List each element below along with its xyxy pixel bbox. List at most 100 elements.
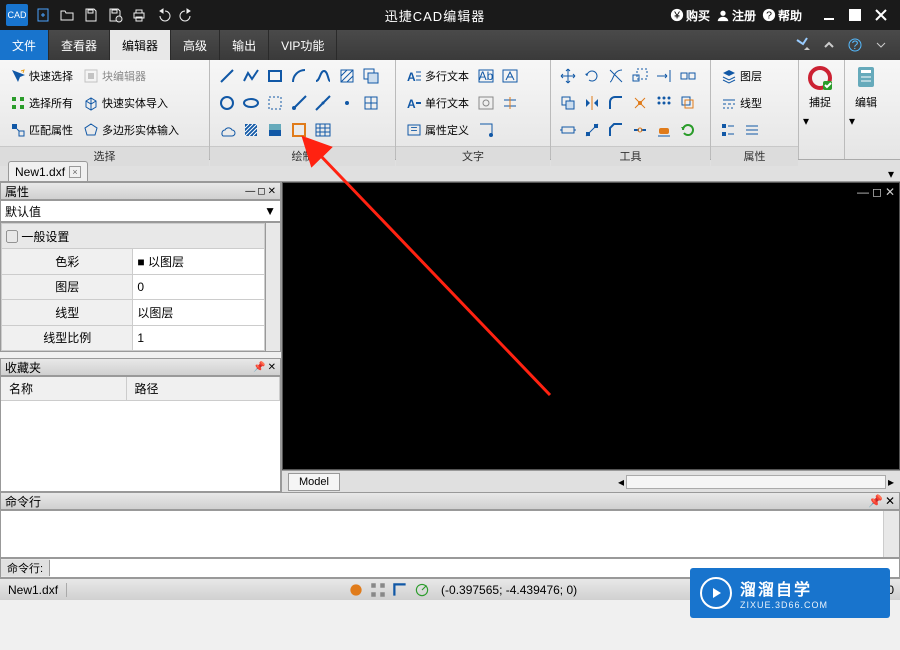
open-file-icon[interactable] [56,4,78,26]
maximize-icon[interactable] [842,2,868,28]
cloud-icon[interactable] [216,119,238,141]
select-rect-icon[interactable] [264,92,286,114]
scrollbar[interactable] [883,511,899,557]
properties-filter-select[interactable]: 默认值▼ [0,200,281,222]
fav-col-name[interactable]: 名称 [1,377,127,400]
menu-editor[interactable]: 编辑器 [110,30,171,60]
quick-solid-import-button[interactable]: 快速实体导入 [79,92,172,114]
redo-icon[interactable] [176,4,198,26]
arc-icon[interactable] [288,65,310,87]
point-icon[interactable] [336,92,358,114]
hatch-rect-icon[interactable] [336,65,358,87]
panel-close-icon[interactable]: ✕ [268,186,276,197]
canvas-close-icon[interactable]: ✕ [885,185,895,199]
close-icon[interactable] [868,2,894,28]
offset-icon[interactable] [677,92,699,114]
rotate-icon[interactable] [581,65,603,87]
hatch-icon[interactable] [240,119,262,141]
polygon-solid-input-button[interactable]: 多边形实体输入 [79,119,183,141]
status-polar-icon[interactable] [413,581,431,599]
ribbon-more-icon[interactable] [870,34,892,56]
match-properties-button[interactable]: 匹配属性 [6,119,77,141]
pin-tabstrip-icon[interactable]: ▾ [888,167,894,181]
panel-close-icon[interactable]: ✕ [268,362,276,373]
panel-restore-icon[interactable]: ◻ [257,186,265,197]
singleline-text-button[interactable]: A单行文本 [402,92,473,114]
array-icon[interactable] [653,92,675,114]
help-icon[interactable]: ? [844,34,866,56]
text-icon-2[interactable] [499,65,521,87]
minimize-icon[interactable] [816,2,842,28]
document-tab[interactable]: New1.dxf × [8,161,88,181]
canvas-minimize-icon[interactable]: — [857,185,869,199]
chevron-down-icon[interactable]: ▼ [264,204,276,218]
table-row[interactable]: 线型以图层 [2,300,265,325]
text-icon-1[interactable]: Ab [475,65,497,87]
register-button[interactable]: 注册 [716,7,756,24]
save-as-icon[interactable] [104,4,126,26]
table-icon[interactable] [312,119,334,141]
panel-close-icon[interactable]: ✕ [885,494,895,508]
save-icon[interactable] [80,4,102,26]
new-file-icon[interactable] [32,4,54,26]
explode-icon[interactable] [629,92,651,114]
copy-icon[interactable] [557,92,579,114]
attribute-definition-button[interactable]: =属性定义 [402,119,473,141]
table-row[interactable]: 图层0 [2,274,265,299]
fav-col-path[interactable]: 路径 [127,377,280,400]
layer-button[interactable]: 图层 [717,65,766,87]
panel-minimize-icon[interactable]: — [245,186,255,197]
status-ortho-icon[interactable] [391,581,409,599]
multiline-text-button[interactable]: A多行文本 [402,65,473,87]
props-extra-2[interactable] [741,119,763,141]
move-icon[interactable] [557,65,579,87]
select-all-button[interactable]: 选择所有 [6,92,77,114]
ray-icon[interactable] [288,92,310,114]
drawing-canvas[interactable]: — ◻ ✕ [282,182,900,470]
command-history[interactable] [0,510,900,558]
stretch-icon[interactable] [557,119,579,141]
trim-icon[interactable] [605,65,627,87]
menu-advanced[interactable]: 高级 [171,30,220,60]
scroll-right-icon[interactable]: ▸ [888,475,894,489]
chamfer-icon[interactable] [605,119,627,141]
text-icon-4[interactable] [499,92,521,114]
edit-button[interactable]: 编辑 [845,60,887,114]
text-icon-5[interactable] [475,119,497,141]
panel-pin-icon[interactable]: 📌 [868,494,883,508]
scroll-left-icon[interactable]: ◂ [618,475,624,489]
edit-dropdown-icon[interactable]: ▾ [845,114,859,131]
close-tab-icon[interactable]: × [69,166,81,178]
xline-icon[interactable] [312,92,334,114]
gradient-icon[interactable] [264,119,286,141]
extend-icon[interactable] [653,65,675,87]
spline-icon[interactable] [312,65,334,87]
snap-dropdown-icon[interactable]: ▾ [799,114,813,131]
status-grid-icon[interactable] [347,581,365,599]
menu-file[interactable]: 文件 [0,30,49,60]
horizontal-scrollbar[interactable] [626,475,886,489]
boundary-icon[interactable] [288,119,310,141]
scrollbar[interactable] [265,223,280,351]
undo-icon[interactable] [152,4,174,26]
ellipse-icon[interactable] [240,92,262,114]
menu-viewer[interactable]: 查看器 [49,30,110,60]
join-icon[interactable] [629,119,651,141]
erase-icon[interactable] [653,119,675,141]
snap-button[interactable]: 捕捉 [799,60,841,114]
line-icon[interactable] [216,65,238,87]
help-button[interactable]: ?帮助 [762,7,802,24]
align-icon[interactable] [581,119,603,141]
status-snap-icon[interactable] [369,581,387,599]
rectangle-icon[interactable] [264,65,286,87]
fillet-icon[interactable] [605,92,627,114]
panel-pin-icon[interactable]: 📌 [253,362,265,373]
scale-icon[interactable] [629,65,651,87]
region-icon[interactable] [360,65,382,87]
table-row[interactable]: 色彩■ 以图层 [2,249,265,274]
polyline-icon[interactable] [240,65,262,87]
text-icon-3[interactable] [475,92,497,114]
refresh-icon[interactable] [677,119,699,141]
print-icon[interactable] [128,4,150,26]
mirror-icon[interactable] [581,92,603,114]
